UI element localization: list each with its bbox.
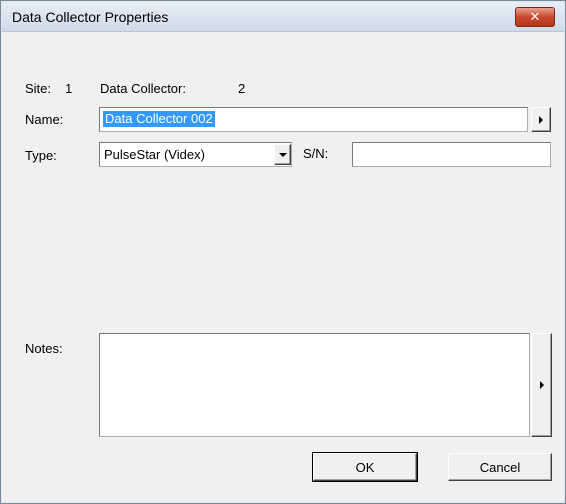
notes-expand-button[interactable] (531, 333, 552, 437)
arrow-right-icon (539, 115, 543, 124)
close-button[interactable]: ✕ (515, 7, 555, 27)
notes-label: Notes: (25, 341, 63, 356)
site-value: 1 (65, 81, 73, 96)
chevron-down-icon (278, 152, 287, 157)
window-title: Data Collector Properties (12, 9, 169, 25)
sn-input[interactable] (352, 142, 551, 167)
arrow-right-icon (539, 381, 544, 389)
notes-textarea[interactable] (99, 333, 530, 437)
close-icon: ✕ (529, 9, 541, 24)
name-input[interactable]: Data Collector 002 (99, 107, 528, 132)
cancel-button-label: Cancel (479, 459, 521, 475)
name-expand-button[interactable] (531, 107, 551, 132)
dialog-window: Data Collector Properties ✕ Site: 1 Data… (0, 0, 566, 504)
ok-button[interactable]: OK (313, 453, 417, 481)
type-select[interactable]: PulseStar (Videx) (99, 142, 292, 167)
type-label: Type: (25, 148, 57, 163)
type-select-value: PulseStar (Videx) (104, 147, 205, 162)
sn-label: S/N: (303, 146, 329, 161)
title-bar: Data Collector Properties ✕ (2, 2, 564, 32)
name-input-value: Data Collector 002 (103, 111, 215, 127)
name-label: Name: (25, 112, 64, 127)
data-collector-value: 2 (238, 81, 246, 96)
type-dropdown-button[interactable] (274, 144, 291, 165)
site-label: Site: (25, 81, 52, 96)
cancel-button[interactable]: Cancel (448, 453, 552, 481)
data-collector-label: Data Collector: (100, 81, 186, 96)
ok-button-label: OK (355, 459, 375, 475)
